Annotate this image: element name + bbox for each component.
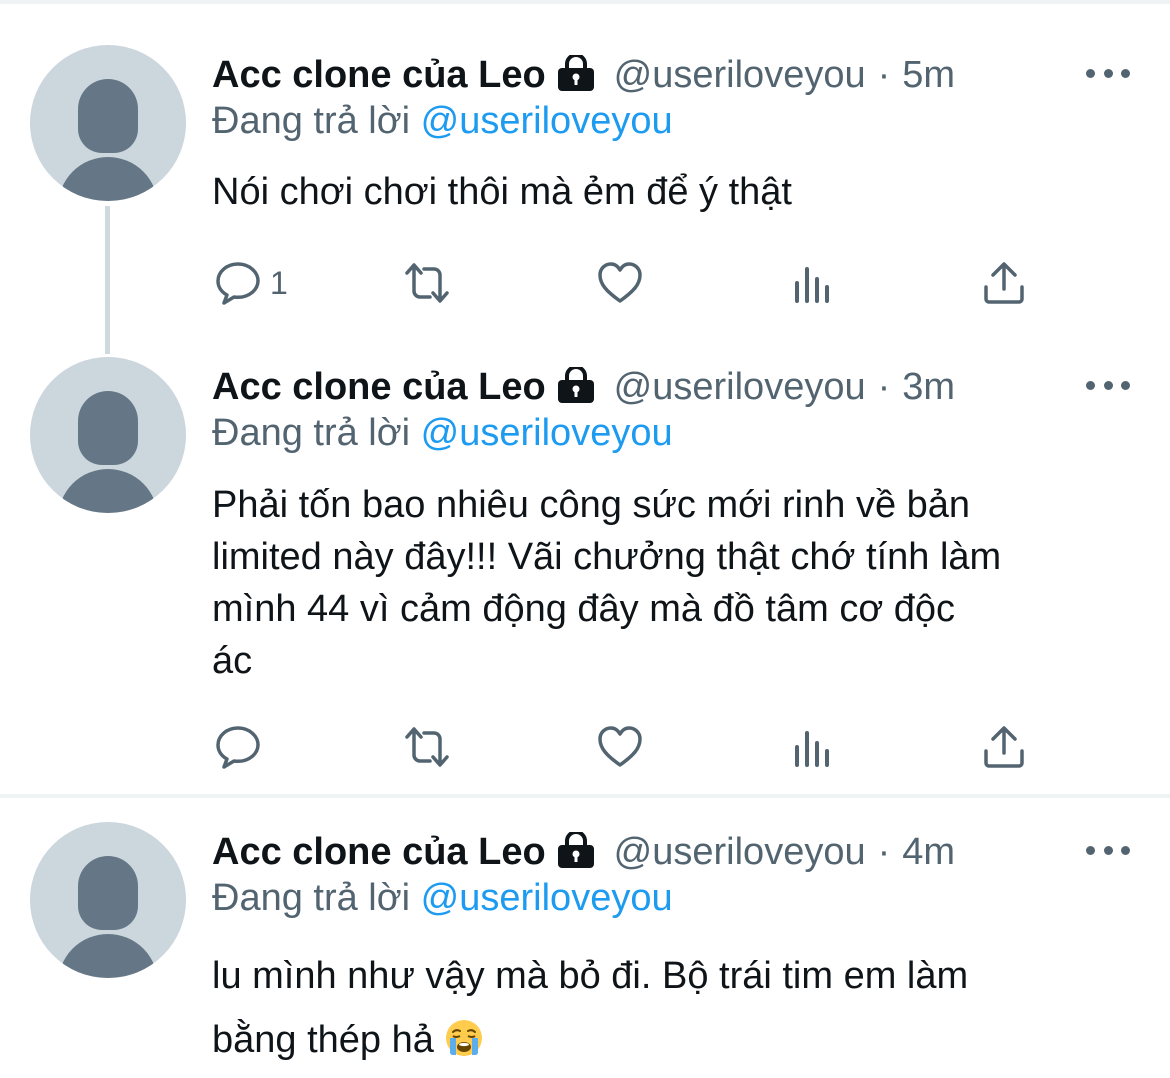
handle[interactable]: @useriloveyou [614,831,866,874]
more-icon[interactable] [1086,840,1130,860]
tweet-text: lu mình như vậy mà bỏ đi. Bộ trái tim em… [212,944,1142,1072]
avatar-body-shape [58,934,158,978]
timestamp[interactable]: 4m [902,831,955,874]
avatar-head-shape [78,856,138,930]
mention-link[interactable]: @useriloveyou [421,877,673,919]
crying-face-emoji-icon [444,1014,484,1056]
separator-dot: · [877,830,891,873]
tweet-text-line: lu mình như vậy mà bỏ đi. Bộ trái tim em… [212,955,969,997]
display-name[interactable]: Acc clone của Leo [212,831,546,874]
tweet-text-fragment: bằng thép hả [212,1019,434,1061]
tweet-header: Acc clone của Leo @useriloveyou · 4m [212,827,955,877]
tweet-text-line: bằng thép hả [212,1008,1142,1072]
lock-icon [556,830,596,868]
replying-label: Đang trả lời [212,877,411,919]
tweet-3[interactable]: Acc clone của Leo @useriloveyou · 4m Đan… [0,0,1170,1067]
replying-to: Đang trả lời @useriloveyou [212,877,673,920]
avatar[interactable] [30,822,186,978]
